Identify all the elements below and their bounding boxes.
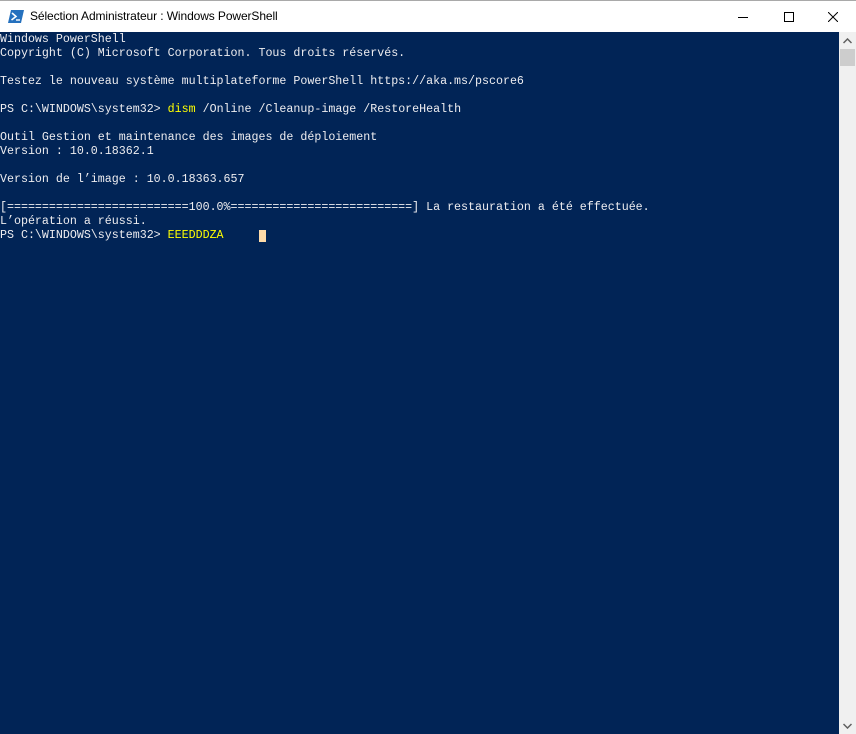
close-button[interactable]	[810, 1, 856, 32]
terminal-prompt-line[interactable]: PS C:\WINDOWS\system32> EEEDDDZA	[0, 229, 224, 243]
terminal-line: L’opération a réussi.	[0, 215, 147, 228]
progress-line: [==========================100.0%=======…	[0, 201, 650, 214]
close-icon	[828, 11, 838, 22]
terminal-prompt-line: PS C:\WINDOWS\system32> dism /Online /Cl…	[0, 103, 461, 117]
command-args: /Online /Cleanup-image /RestoreHealth	[195, 103, 462, 116]
minimize-button[interactable]	[720, 1, 766, 32]
terminal-output[interactable]: Windows PowerShell Copyright (C) Microso…	[0, 32, 839, 734]
prompt: PS C:\WINDOWS\system32>	[0, 103, 168, 116]
powershell-icon	[8, 10, 24, 23]
command-input[interactable]: EEEDDDZA	[168, 229, 224, 242]
terminal-line: Version : 10.0.18362.1	[0, 145, 154, 158]
scroll-down-button[interactable]	[839, 717, 856, 734]
scroll-up-button[interactable]	[839, 32, 856, 49]
terminal-line: Copyright (C) Microsoft Corporation. Tou…	[0, 47, 406, 60]
maximize-button[interactable]	[766, 1, 812, 32]
terminal-line: Version de l’image : 10.0.18363.657	[0, 173, 245, 186]
prompt: PS C:\WINDOWS\system32>	[0, 229, 168, 242]
scroll-thumb[interactable]	[840, 49, 855, 66]
maximize-icon	[784, 11, 794, 22]
chevron-up-icon	[843, 37, 852, 44]
terminal-line: Windows PowerShell	[0, 33, 126, 46]
minimize-icon	[738, 16, 748, 18]
window-title: Sélection Administrateur : Windows Power…	[30, 9, 278, 23]
command-name: dism	[167, 103, 196, 116]
vertical-scrollbar[interactable]	[839, 32, 856, 734]
terminal-line: Testez le nouveau système multiplateform…	[0, 75, 524, 88]
chevron-down-icon	[843, 722, 852, 729]
text-cursor	[259, 230, 266, 242]
title-bar[interactable]: Sélection Administrateur : Windows Power…	[0, 1, 856, 32]
powershell-window: Sélection Administrateur : Windows Power…	[0, 0, 856, 734]
terminal-line: Outil Gestion et maintenance des images …	[0, 131, 378, 144]
